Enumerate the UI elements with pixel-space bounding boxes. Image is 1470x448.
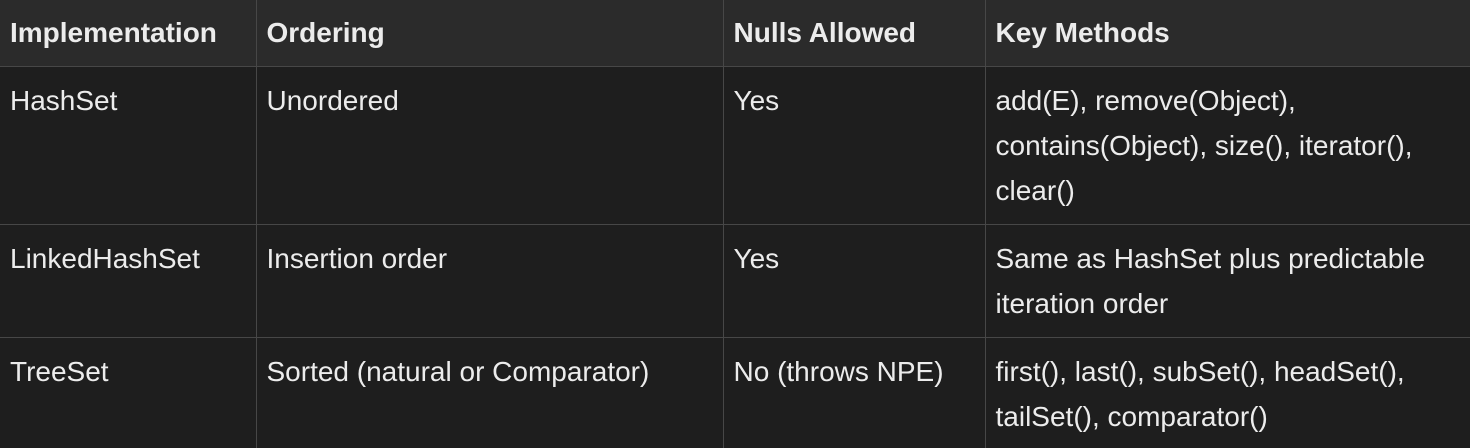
cell-key-methods: add(E), remove(Object), contains(Object)… [984, 66, 1470, 225]
cell-implementation: LinkedHashSet [0, 224, 257, 338]
cell-ordering: Sorted (natural or Comparator) [255, 337, 724, 448]
cell-nulls-allowed: Yes [722, 224, 986, 338]
header-ordering: Ordering [255, 0, 724, 67]
cell-implementation: TreeSet [0, 337, 257, 448]
header-key-methods: Key Methods [984, 0, 1470, 67]
cell-implementation: HashSet [0, 66, 257, 225]
table-row: HashSet Unordered Yes add(E), remove(Obj… [0, 66, 1470, 225]
header-implementation: Implementation [0, 0, 257, 67]
set-implementations-table: Implementation Ordering Nulls Allowed Ke… [0, 0, 1470, 448]
table-row: LinkedHashSet Insertion order Yes Same a… [0, 224, 1470, 338]
header-row: Implementation Ordering Nulls Allowed Ke… [0, 0, 1470, 67]
table-row: TreeSet Sorted (natural or Comparator) N… [0, 337, 1470, 448]
cell-ordering: Insertion order [255, 224, 724, 338]
cell-key-methods: Same as HashSet plus predictable iterati… [984, 224, 1470, 338]
cell-nulls-allowed: No (throws NPE) [722, 337, 986, 448]
header-nulls-allowed: Nulls Allowed [722, 0, 986, 67]
cell-key-methods: first(), last(), subSet(), headSet(), ta… [984, 337, 1470, 448]
cell-ordering: Unordered [255, 66, 724, 225]
cell-nulls-allowed: Yes [722, 66, 986, 225]
